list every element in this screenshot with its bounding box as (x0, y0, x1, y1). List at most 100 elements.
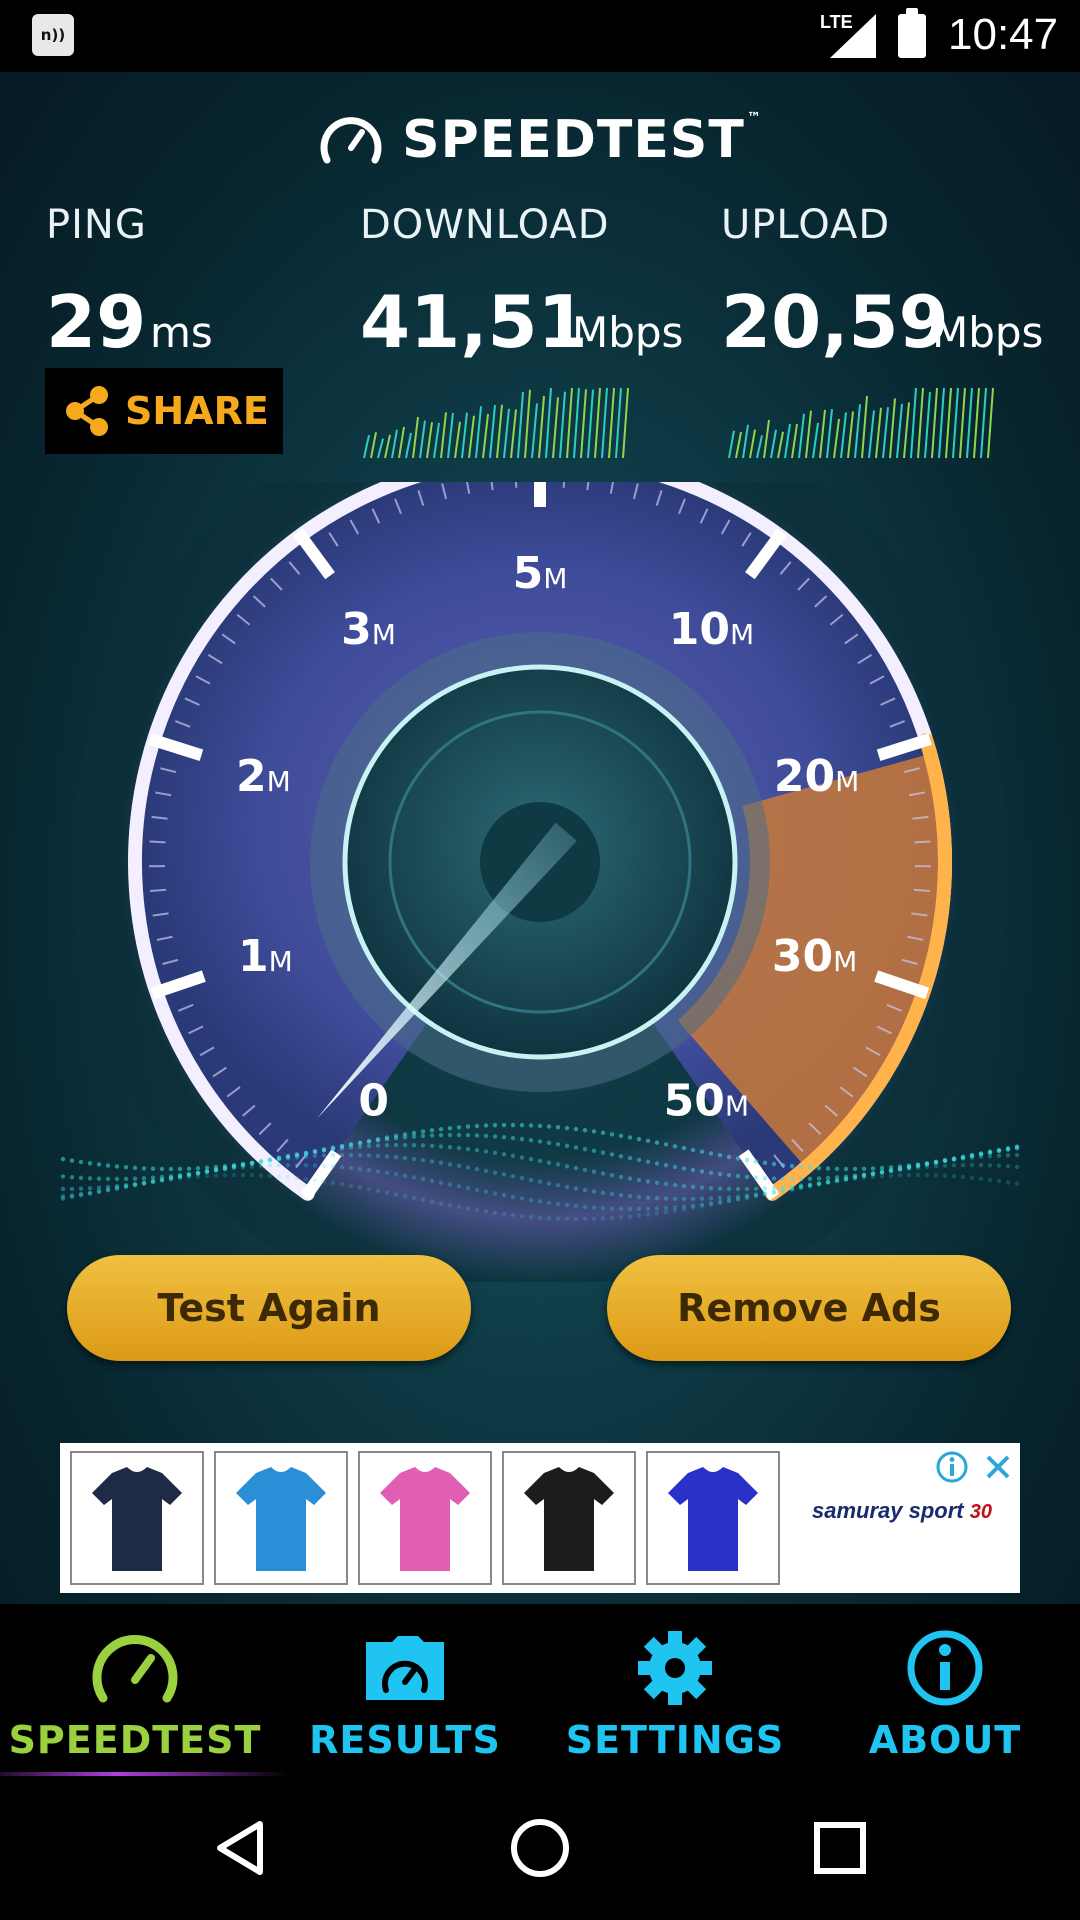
wave-dot (753, 1193, 759, 1198)
wave-dot (96, 1162, 102, 1167)
wave-dot (735, 1173, 741, 1179)
share-label: SHARE (125, 389, 269, 433)
wave-dot (402, 1173, 408, 1179)
wave-dot (348, 1165, 354, 1171)
ad-info-icon[interactable] (930, 1447, 974, 1487)
black-tshirt[interactable] (502, 1451, 636, 1585)
wave-dot (771, 1185, 777, 1191)
wave-dot (384, 1190, 390, 1195)
wave-dot (492, 1191, 498, 1196)
wave-dot (501, 1193, 507, 1198)
spark-bar (482, 413, 489, 459)
wave-dot (330, 1164, 336, 1169)
spark-bar (959, 387, 966, 459)
wave-dot (321, 1153, 327, 1158)
wave-dot (105, 1187, 111, 1192)
wave-dot (456, 1132, 462, 1138)
wave-dot (609, 1206, 615, 1211)
wave-dot (69, 1158, 75, 1163)
spark-bar (426, 422, 433, 459)
wave-dot (60, 1196, 66, 1201)
wave-dot (636, 1177, 642, 1183)
wave-dot (600, 1130, 606, 1136)
wave-dot (402, 1142, 408, 1148)
wave-dot (582, 1187, 588, 1193)
wave-dot (843, 1177, 849, 1182)
wave-dot (294, 1175, 300, 1181)
wave-dot (276, 1174, 282, 1179)
spark-bar (447, 412, 454, 459)
tab-results[interactable]: RESULTS (270, 1604, 540, 1776)
wave-dot (96, 1176, 102, 1181)
ad-close-icon[interactable] (978, 1447, 1018, 1487)
wave-dot (411, 1195, 417, 1201)
wave-dot (123, 1176, 129, 1182)
pink-tshirt[interactable] (358, 1451, 492, 1585)
wave-dot (1014, 1152, 1020, 1158)
test-again-button[interactable]: Test Again (67, 1255, 471, 1361)
spark-bar (987, 387, 994, 459)
wave-dot (249, 1164, 255, 1169)
wave-dot (996, 1153, 1002, 1158)
wave-dot (555, 1125, 561, 1130)
wave-dot (699, 1169, 705, 1174)
share-button[interactable]: SHARE (45, 368, 283, 454)
wave-dot (339, 1182, 345, 1187)
download-value: 41,51 (360, 280, 588, 364)
battery-icon (898, 8, 926, 58)
wave-dot (933, 1159, 939, 1165)
navy-tshirt[interactable] (70, 1451, 204, 1585)
home-icon[interactable] (508, 1816, 572, 1880)
clock: 10:47 (948, 10, 1059, 59)
wave-dot (942, 1163, 948, 1168)
wave-dot (258, 1173, 264, 1178)
ad-banner[interactable]: samuray sport 30 (60, 1443, 1020, 1593)
wave-dot (618, 1133, 624, 1139)
wave-dot (825, 1179, 831, 1185)
spark-bar (980, 387, 987, 459)
spark-bar (377, 438, 384, 459)
wave-dot (618, 1174, 624, 1180)
wave-dot (627, 1193, 633, 1199)
wave-dot (942, 1158, 948, 1164)
wave-dot (951, 1163, 957, 1168)
wave-dot (708, 1151, 714, 1156)
wave-dot (285, 1162, 291, 1168)
wave-dot (303, 1154, 309, 1159)
wave-dot (870, 1174, 876, 1180)
tab-settings[interactable]: SETTINGS (540, 1604, 810, 1776)
purple-tshirt[interactable] (646, 1451, 780, 1585)
wave-dot (969, 1162, 975, 1168)
wave-dot (474, 1123, 480, 1129)
wave-dot (699, 1203, 705, 1209)
wave-dot (663, 1205, 669, 1211)
wave-dot (933, 1173, 939, 1178)
wave-dot (483, 1189, 489, 1194)
wave-dot (969, 1175, 975, 1180)
wave-dot (537, 1215, 543, 1220)
spark-bar (545, 387, 552, 459)
wave-dot (717, 1200, 723, 1205)
wave-dot (564, 1164, 570, 1169)
wave-dot (330, 1152, 336, 1158)
remove-ads-button[interactable]: Remove Ads (607, 1255, 1011, 1361)
wave-dot (312, 1178, 318, 1183)
wave-dot (321, 1179, 327, 1184)
blue-tshirt[interactable] (214, 1451, 348, 1585)
spark-bar (917, 387, 924, 459)
back-icon[interactable] (208, 1816, 272, 1880)
wave-dot (546, 1181, 552, 1186)
wave-dot (564, 1143, 570, 1149)
tab-about[interactable]: ABOUT (810, 1604, 1080, 1776)
wave-dot (384, 1154, 390, 1159)
spark-bar (910, 387, 917, 459)
recents-icon[interactable] (808, 1816, 872, 1880)
wave-dot (78, 1192, 84, 1197)
wave-dot (681, 1166, 687, 1171)
tab-speedtest[interactable]: SPEEDTEST (0, 1604, 290, 1776)
wave-dot (60, 1174, 66, 1179)
wave-dot (240, 1172, 246, 1178)
wave-dot (456, 1125, 462, 1130)
wave-dot (501, 1211, 507, 1217)
wave-dot (465, 1124, 471, 1129)
